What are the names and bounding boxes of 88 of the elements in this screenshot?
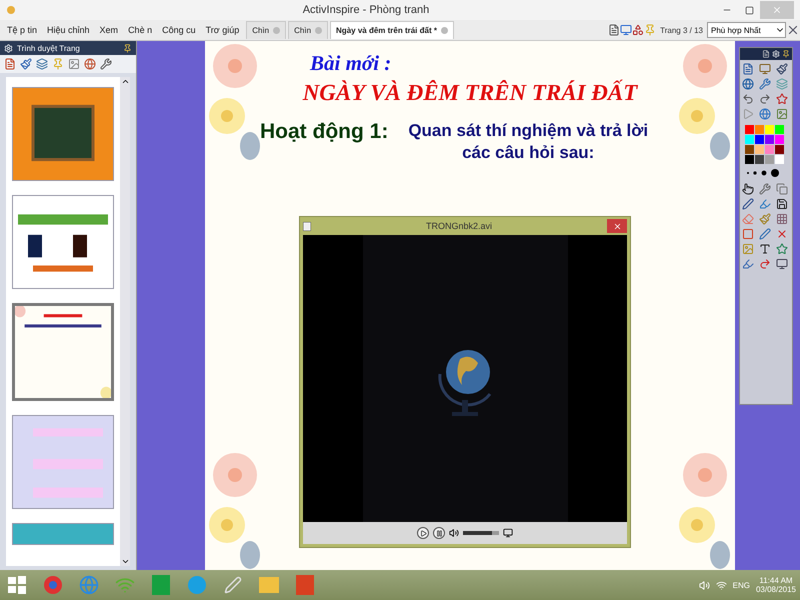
layers-icon[interactable] xyxy=(36,58,48,70)
delete-icon[interactable] xyxy=(776,228,788,240)
menu-icon[interactable] xyxy=(762,50,770,58)
menu-item[interactable]: Hiệu chỉnh xyxy=(42,25,95,35)
globe-icon[interactable] xyxy=(742,78,754,90)
color-swatch[interactable] xyxy=(755,135,764,144)
wrench-icon[interactable] xyxy=(100,58,112,70)
window-title: ActivInspire - Phòng tranh xyxy=(302,4,430,16)
pause-button[interactable] xyxy=(433,527,445,540)
window-icon xyxy=(303,222,311,231)
slide-subtitle: Bài mới : xyxy=(310,51,392,76)
star-icon[interactable] xyxy=(776,93,788,105)
volume-slider[interactable] xyxy=(463,531,499,536)
panel-title: Trình duyệt Trang xyxy=(17,44,81,52)
fullscreen-icon[interactable] xyxy=(503,528,513,538)
settings-icon[interactable] xyxy=(4,44,13,52)
tools-icon[interactable] xyxy=(759,183,771,195)
fill-icon[interactable] xyxy=(759,213,771,225)
pointer-icon[interactable] xyxy=(742,183,754,195)
pause-icon[interactable] xyxy=(436,530,442,537)
color-swatch[interactable] xyxy=(765,155,774,164)
undo-icon[interactable] xyxy=(742,93,754,105)
picture-icon[interactable] xyxy=(742,243,754,255)
play-button[interactable] xyxy=(417,527,429,540)
globe-icon[interactable] xyxy=(759,108,771,120)
shape-icon[interactable] xyxy=(742,228,754,240)
save-icon[interactable] xyxy=(776,198,788,210)
scroll-up-icon[interactable] xyxy=(120,77,130,86)
close-icon[interactable] xyxy=(612,222,622,231)
color-swatch[interactable] xyxy=(775,145,784,154)
color-swatch[interactable] xyxy=(765,145,774,154)
color-swatch[interactable] xyxy=(745,155,754,164)
file-icon[interactable] xyxy=(742,63,754,75)
tab-close-icon[interactable] xyxy=(440,27,448,34)
document-tab[interactable]: Ngày và đêm trên trái đất * xyxy=(330,21,454,39)
highlighter-icon[interactable] xyxy=(759,198,771,210)
brush-icon[interactable] xyxy=(776,63,788,75)
wrench-icon[interactable] xyxy=(759,78,771,90)
star-icon[interactable] xyxy=(776,243,788,255)
activity-text: Quan sát thí nghiệm và trả lời các câu hỏi sau: xyxy=(408,120,648,164)
brush-icon[interactable] xyxy=(20,58,32,70)
globe-icon[interactable] xyxy=(84,58,96,70)
slide-title: NGÀY VÀ ĐÊM TRÊN TRÁI ĐẤT xyxy=(302,80,639,106)
close-button[interactable] xyxy=(607,219,627,234)
redo-icon[interactable] xyxy=(759,93,771,105)
page-icon[interactable] xyxy=(4,58,16,70)
scroll-down-icon[interactable] xyxy=(120,557,130,566)
shapes-icon[interactable] xyxy=(632,24,644,36)
document-tab[interactable]: Chìn xyxy=(288,21,328,39)
page-indicator: Trang 3 / 13 xyxy=(660,26,703,34)
document-icon[interactable] xyxy=(608,24,620,36)
color-swatch[interactable] xyxy=(775,155,784,164)
color-swatch[interactable] xyxy=(745,135,754,144)
menu-item[interactable]: Tệ p tin xyxy=(2,25,42,35)
volume-icon[interactable] xyxy=(698,580,710,590)
color-swatch[interactable] xyxy=(745,145,754,154)
settings-icon[interactable] xyxy=(772,50,780,58)
network-icon[interactable] xyxy=(716,580,727,590)
color-swatch[interactable] xyxy=(755,155,764,164)
menu-item[interactable]: Chè n xyxy=(123,25,158,35)
restore-icon[interactable] xyxy=(744,6,754,14)
text-icon[interactable] xyxy=(759,243,771,255)
close-icon[interactable] xyxy=(786,23,800,37)
color-swatch[interactable] xyxy=(775,125,784,134)
color-swatch[interactable] xyxy=(775,135,784,144)
color-swatch[interactable] xyxy=(765,125,774,134)
document-tab[interactable]: Chìn xyxy=(246,21,286,39)
pin-icon[interactable] xyxy=(782,50,790,58)
screen-icon[interactable] xyxy=(620,24,632,36)
image-icon[interactable] xyxy=(776,108,788,120)
activity-label: Hoạt động 1: xyxy=(260,120,388,144)
color-swatch[interactable] xyxy=(755,145,764,154)
zoom-select[interactable]: Phù hợp Nhất xyxy=(707,22,786,38)
menu-item[interactable]: Công cu xyxy=(157,25,201,35)
pen-icon[interactable] xyxy=(742,198,754,210)
menu-item[interactable]: Trơ giúp xyxy=(200,25,244,35)
video-title: TRONGnbk2.avi xyxy=(424,221,494,232)
play-icon[interactable] xyxy=(420,530,426,537)
menu-item[interactable]: Xem xyxy=(94,25,124,35)
color-swatch[interactable] xyxy=(745,125,754,134)
pin-icon[interactable] xyxy=(123,44,132,52)
volume-icon xyxy=(449,528,459,538)
color-swatch[interactable] xyxy=(755,125,764,134)
color-swatch[interactable] xyxy=(765,135,774,144)
image-icon[interactable] xyxy=(68,58,80,70)
monitor-icon[interactable] xyxy=(759,63,771,75)
clock-time: 11:44 AM xyxy=(759,576,793,585)
clock-date: 03/08/2015 xyxy=(756,585,796,594)
